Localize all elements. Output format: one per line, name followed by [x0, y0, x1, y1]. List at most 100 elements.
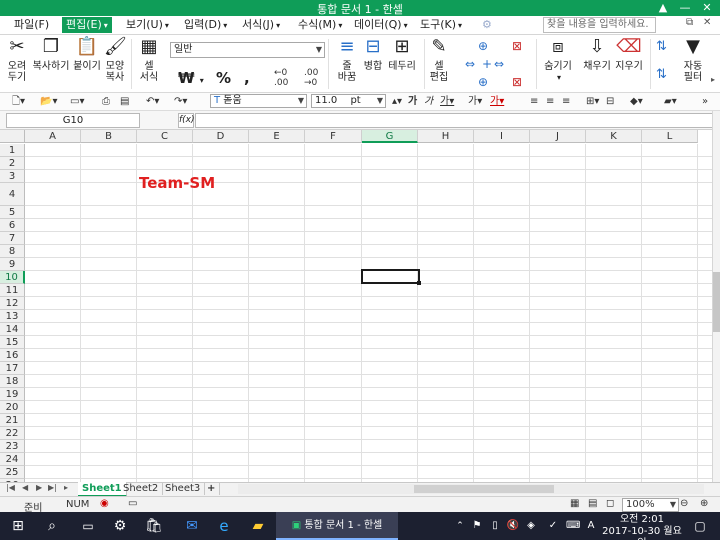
- edge-icon[interactable]: e: [212, 512, 236, 540]
- fill-button[interactable]: ⇩ 채우기: [582, 37, 612, 73]
- increase-decimal-icon[interactable]: ←0.00: [274, 68, 288, 88]
- row-header[interactable]: 14: [0, 323, 25, 336]
- row-header[interactable]: 13: [0, 310, 25, 323]
- cell-c3[interactable]: Team-SM: [139, 174, 215, 192]
- format-copy-button[interactable]: 🖌 모양 복사: [104, 37, 127, 84]
- store-icon[interactable]: 🛍: [142, 512, 166, 540]
- row-header[interactable]: 6: [0, 219, 25, 232]
- row-header[interactable]: 19: [0, 388, 25, 401]
- zoom-minus-icon[interactable]: ⊖: [680, 498, 688, 509]
- underline-icon[interactable]: 가▾: [440, 94, 454, 109]
- tray-keyboard-icon[interactable]: ⌨: [566, 512, 580, 540]
- row-header[interactable]: 12: [0, 297, 25, 310]
- align-center-icon[interactable]: ≡: [546, 94, 554, 109]
- column-header[interactable]: D: [193, 130, 249, 143]
- insert-cell-icon[interactable]: +: [482, 57, 492, 71]
- zoom-select[interactable]: 100% ▼: [622, 498, 679, 512]
- align-left-icon[interactable]: ≡: [530, 94, 538, 109]
- name-box[interactable]: G10: [6, 113, 140, 128]
- menu-data[interactable]: 데이터(Q) ▾: [350, 17, 412, 33]
- cell-format-button[interactable]: ▦ 셀 서식: [136, 37, 162, 84]
- tab-sheet2[interactable]: Sheet2: [119, 482, 164, 495]
- cell-edit-button[interactable]: ✎ 셀 편집: [428, 37, 450, 84]
- row-header[interactable]: 23: [0, 440, 25, 453]
- italic-icon[interactable]: 가: [424, 94, 433, 109]
- first-sheet-icon[interactable]: |◀: [6, 483, 15, 492]
- function-button[interactable]: f(x): [178, 113, 195, 128]
- redo-icon[interactable]: ↷▾: [174, 94, 187, 109]
- column-header[interactable]: H: [418, 130, 474, 143]
- more-sheets-icon[interactable]: ▸: [64, 483, 68, 492]
- toolbar-more-icon[interactable]: »: [702, 94, 708, 109]
- next-sheet-icon[interactable]: ▶: [36, 483, 42, 492]
- taskbar-app-hancell[interactable]: ▣ 통합 문서 1 - 한셀: [276, 512, 398, 540]
- insert-sheet-icon[interactable]: ⊕: [478, 75, 488, 89]
- print-icon[interactable]: ⎙: [102, 94, 110, 109]
- row-header[interactable]: 2: [0, 157, 25, 170]
- row-header[interactable]: 17: [0, 362, 25, 375]
- horizontal-scroll-thumb[interactable]: [414, 485, 554, 493]
- normal-view-icon[interactable]: ▦: [570, 498, 579, 509]
- menu-edit[interactable]: 편집(E) ▾: [62, 17, 112, 33]
- row-header[interactable]: 21: [0, 414, 25, 427]
- clock[interactable]: 오전 2:01 2017-10-30 월요일: [602, 514, 682, 550]
- prev-sheet-icon[interactable]: ◀: [22, 483, 28, 492]
- delete-sheet-icon[interactable]: ⊠: [512, 75, 522, 89]
- sort-desc-icon[interactable]: ⇅: [656, 67, 667, 82]
- tray-up-icon[interactable]: ⌃: [454, 512, 466, 540]
- align-right-icon[interactable]: ≡: [562, 94, 570, 109]
- column-header[interactable]: A: [25, 130, 81, 143]
- column-header[interactable]: L: [642, 130, 698, 143]
- ribbon-toggle-icon[interactable]: ▲: [652, 0, 674, 16]
- border-small-icon[interactable]: ⊞▾: [586, 94, 599, 109]
- column-header[interactable]: K: [586, 130, 642, 143]
- fill-handle[interactable]: [417, 281, 421, 285]
- hide-button[interactable]: ⧈ 숨기기▾: [542, 37, 574, 83]
- font-select[interactable]: T 돋움 ▼: [210, 94, 307, 108]
- tray-sound-icon[interactable]: 🔇: [506, 512, 520, 540]
- mail-icon[interactable]: ✉: [180, 512, 204, 540]
- column-header[interactable]: C: [137, 130, 193, 143]
- paste-button[interactable]: 📋 붙이기: [72, 37, 102, 73]
- menu-insert[interactable]: 입력(D) ▾: [180, 17, 231, 33]
- row-header[interactable]: 7: [0, 232, 25, 245]
- percent-icon[interactable]: %: [216, 69, 231, 87]
- fill-color-icon[interactable]: ◆▾: [630, 94, 643, 109]
- strike-icon[interactable]: 가▾: [468, 94, 482, 109]
- currency-icon[interactable]: ₩ ▾: [178, 69, 204, 87]
- restore-icon[interactable]: ⧉: [686, 17, 693, 28]
- menu-file[interactable]: 파일(F): [10, 17, 53, 33]
- task-view-icon[interactable]: ▭: [76, 512, 100, 540]
- row-header[interactable]: 5: [0, 206, 25, 219]
- cut-button[interactable]: ✂ 오려 두기: [4, 37, 30, 84]
- row-header[interactable]: 8: [0, 245, 25, 258]
- spreadsheet-grid[interactable]: ABCDEFGHIJKL 1 2 3 4 5 6 7 8 9 10 11 12 13 14 15 16 17 18…: [0, 130, 712, 482]
- row-header[interactable]: 3: [0, 170, 25, 183]
- close-doc-icon[interactable]: ✕: [703, 17, 711, 28]
- formula-input[interactable]: [195, 113, 714, 128]
- row-header[interactable]: 22: [0, 427, 25, 440]
- explorer-icon[interactable]: ▰: [246, 512, 270, 540]
- row-header[interactable]: 10: [0, 271, 25, 284]
- settings-gear-icon[interactable]: ⚙: [108, 512, 132, 540]
- row-header[interactable]: 24: [0, 453, 25, 466]
- number-format-select[interactable]: 일반 ▼: [170, 42, 325, 58]
- delete-row-icon[interactable]: ⊠: [512, 39, 522, 53]
- zoom-plus-icon[interactable]: ⊕: [700, 498, 708, 509]
- menu-tools[interactable]: 도구(K) ▾: [416, 17, 466, 33]
- row-header[interactable]: 20: [0, 401, 25, 414]
- row-header[interactable]: 16: [0, 349, 25, 362]
- menu-formula[interactable]: 수식(M) ▾: [294, 17, 346, 33]
- menu-view[interactable]: 보기(U) ▾: [122, 17, 173, 33]
- row-header[interactable]: 25: [0, 466, 25, 479]
- bold-icon[interactable]: 가: [408, 94, 417, 109]
- font-size-select[interactable]: 11.0 pt ▼: [311, 94, 386, 108]
- copy-button[interactable]: ❐ 복사하기: [32, 37, 70, 73]
- page-layout-icon[interactable]: ▤: [588, 498, 597, 509]
- vertical-scroll-thumb[interactable]: [713, 272, 720, 332]
- merge-button[interactable]: ⊟ 병합: [362, 37, 384, 73]
- add-sheet-icon[interactable]: +: [203, 482, 221, 495]
- minimize-icon[interactable]: —: [674, 0, 696, 16]
- column-header[interactable]: I: [474, 130, 530, 143]
- record-macro-icon[interactable]: ◉: [100, 498, 109, 509]
